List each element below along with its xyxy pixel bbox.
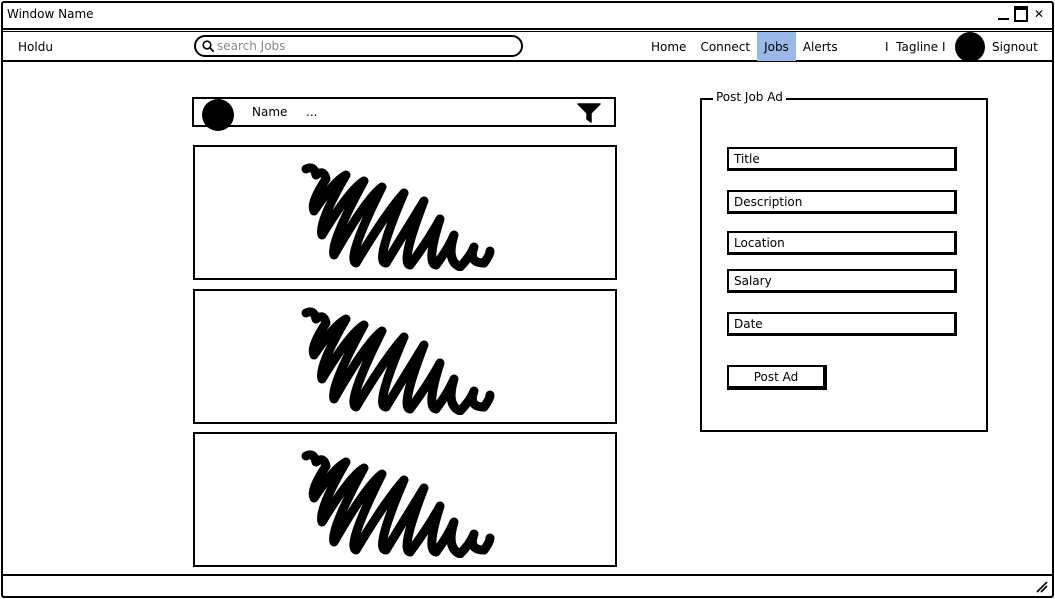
title-field[interactable] [727,147,957,171]
user-avatar[interactable] [955,32,985,62]
tagline: I Tagline I [885,40,946,54]
filter-icon[interactable] [576,102,602,124]
location-field[interactable] [727,231,957,255]
post-job-legend: Post Job Ad [713,90,786,104]
search-input[interactable] [217,39,507,53]
scribble-image-icon [301,163,495,271]
nav-links: Home Connect Jobs Alerts [644,32,845,61]
nav-link-alerts[interactable]: Alerts [796,32,845,61]
nav-bar: Holdu Home Connect Jobs Alerts I Tagline… [3,31,1052,62]
nav-link-connect[interactable]: Connect [693,32,757,61]
job-card[interactable] [193,145,617,280]
location-input[interactable] [734,235,944,250]
scribble-image-icon [301,450,495,558]
resize-grip-icon[interactable] [1036,581,1048,593]
brand-name[interactable]: Holdu [18,40,53,54]
feed-avatar[interactable] [202,99,234,131]
date-input[interactable] [734,316,944,331]
title-bar: Window Name ✕ [3,3,1052,30]
close-icon[interactable]: ✕ [1032,7,1046,21]
scribble-image-icon [301,307,495,415]
search-icon [202,40,214,52]
window-controls: ✕ [996,7,1046,21]
salary-input[interactable] [734,273,944,288]
app-window: Window Name ✕ Holdu Home Connect Jobs Al… [1,1,1054,598]
window-title: Window Name [7,7,94,21]
description-field[interactable] [727,190,957,214]
feed-header-name: Name [252,105,288,119]
feed-header-more: ... [306,105,318,119]
date-field[interactable] [727,312,957,336]
feed-header: Name ... [192,97,616,131]
post-job-panel: Post Job Ad Post Ad [700,90,988,432]
signout-link[interactable]: Signout [992,40,1038,54]
post-ad-button[interactable]: Post Ad [727,365,827,390]
job-card[interactable] [193,289,617,424]
title-input[interactable] [734,151,944,166]
search-box[interactable] [194,35,523,57]
minimize-icon[interactable] [996,7,1010,21]
salary-field[interactable] [727,269,957,293]
maximize-icon[interactable] [1014,7,1028,21]
status-bar [3,574,1052,596]
description-input[interactable] [734,194,944,209]
job-card[interactable] [193,432,617,567]
nav-link-jobs[interactable]: Jobs [757,32,796,61]
nav-link-home[interactable]: Home [644,32,693,61]
